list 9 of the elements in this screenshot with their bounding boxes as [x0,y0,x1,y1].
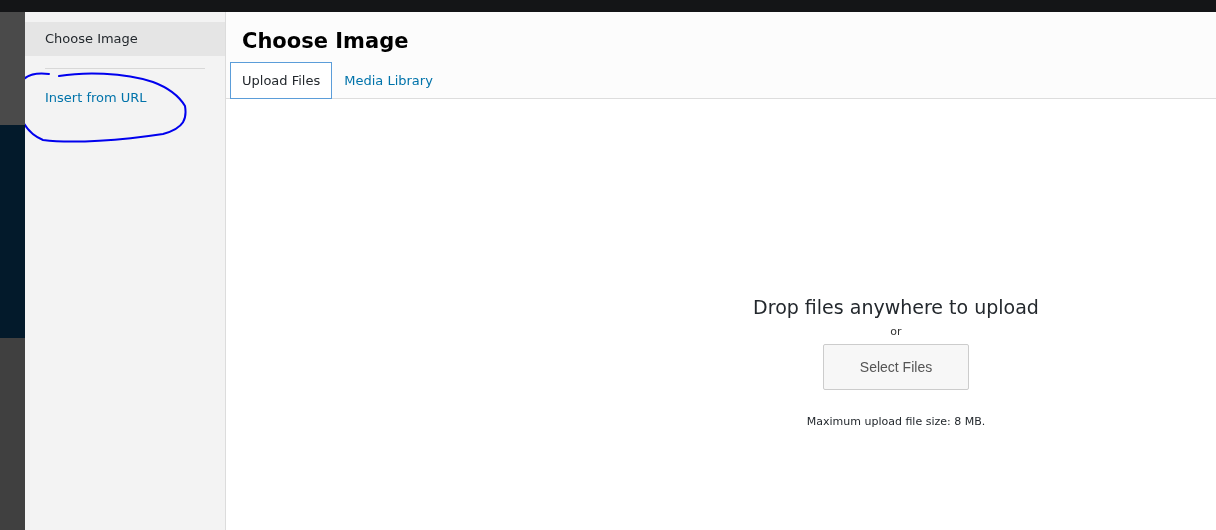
drop-instructions: Drop files anywhere to upload [753,295,1039,319]
tab[interactable]: Media Library [332,62,445,99]
or-text: or [890,325,902,338]
select-files-button[interactable]: Select Files [823,344,969,390]
sidebar-item[interactable]: Choose Image [25,22,225,56]
sidebar-item[interactable]: Insert from URL [25,81,225,115]
max-size-note: Maximum upload file size: 8 MB. [806,415,986,428]
modal-title: Choose Image [241,28,410,55]
tab[interactable]: Upload Files [230,62,333,99]
